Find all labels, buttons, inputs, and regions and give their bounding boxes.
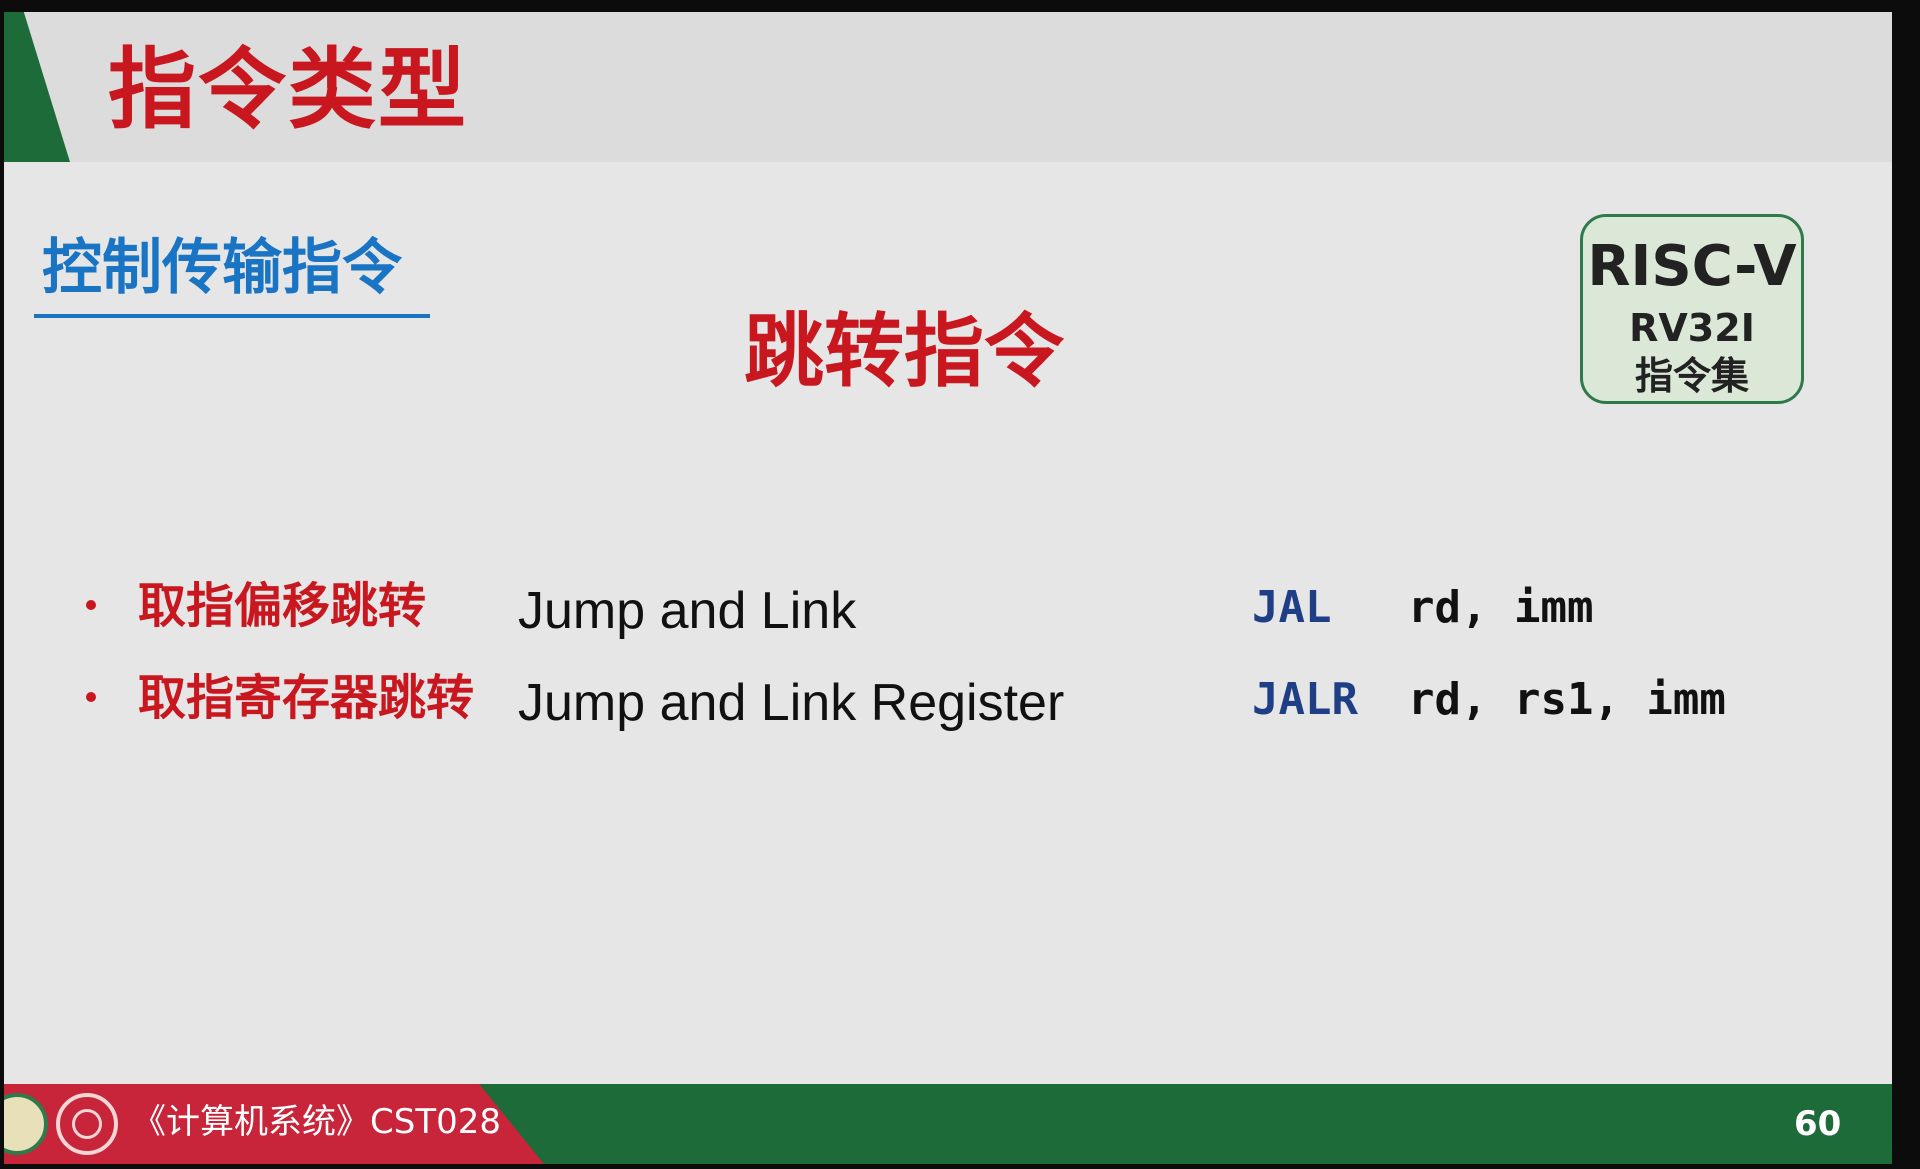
instruction-cn-name: 取指寄存器跳转 [138,670,475,726]
instruction-operands: rd, imm [1408,582,1594,633]
instruction-opcode: JALR [1252,674,1358,725]
instruction-row-jal: 取指偏移跳转 Jump and Link JAL rd, imm [4,578,1892,648]
section-underline [34,314,430,318]
instruction-operands: rd, rs1, imm [1408,674,1726,725]
slide-subtitle: 跳转指令 [744,305,1064,398]
instruction-cn-name: 取指偏移跳转 [138,578,427,634]
bullet-icon [86,692,96,702]
badge-isa-name: RISC-V [1587,234,1797,299]
course-label: 《计算机系统》CST028 [132,1102,501,1142]
instruction-row-jalr: 取指寄存器跳转 Jump and Link Register JALR rd, … [4,670,1892,740]
badge-isa-label: 指令集 [1634,354,1749,398]
badge-isa-base: RV32I [1629,306,1755,350]
slide: 指令类型 控制传输指令 跳转指令 RISC-V RV32I 指令集 取指偏移跳转… [4,12,1892,1164]
instruction-opcode: JAL [1252,582,1332,633]
isa-badge: RISC-V RV32I 指令集 [1580,214,1804,404]
section-title: 控制传输指令 [42,233,402,303]
instruction-en-name: Jump and Link [518,582,857,640]
page-number: 60 [1794,1104,1842,1144]
department-logo-icon [56,1093,118,1155]
bullet-icon [86,600,96,610]
instruction-en-name: Jump and Link Register [518,674,1065,732]
page-title: 指令类型 [108,38,469,141]
